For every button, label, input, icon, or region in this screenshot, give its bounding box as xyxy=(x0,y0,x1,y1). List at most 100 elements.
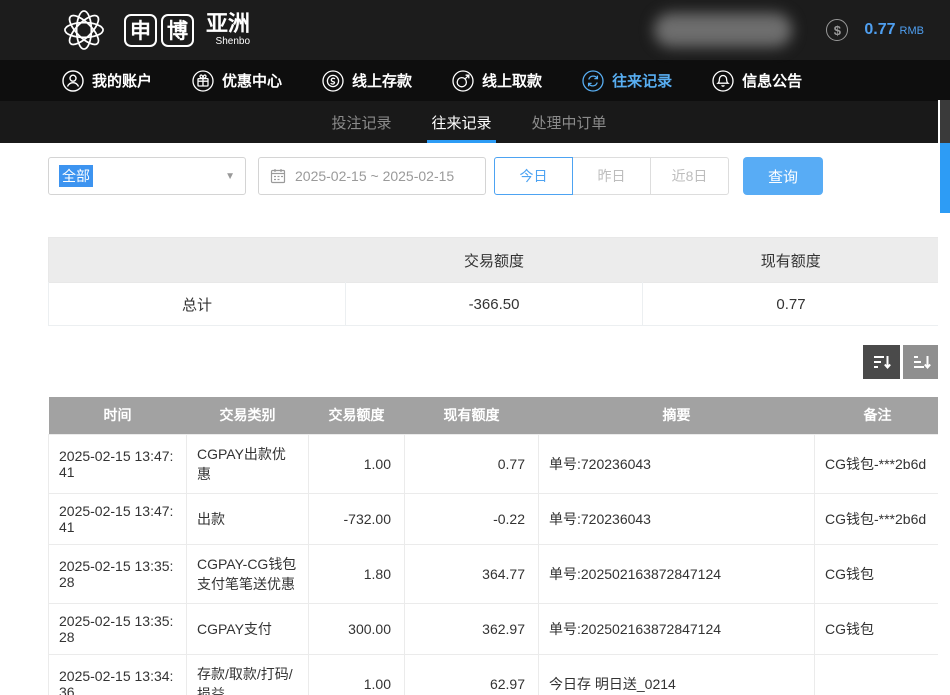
cell-remark: CG钱包-***2b6d xyxy=(815,434,941,493)
header-amount: 交易额度 xyxy=(309,397,405,434)
yesterday-button[interactable]: 昨日 xyxy=(572,157,651,195)
nav-item-deposit[interactable]: 线上存款 xyxy=(322,70,412,92)
sort-toolbar xyxy=(48,345,940,379)
scrollbar-thumb-dark[interactable] xyxy=(940,100,950,143)
cell-time: 2025-02-15 13:47:41 xyxy=(49,493,187,544)
tab-transaction-records[interactable]: 往来记录 xyxy=(427,101,495,143)
cell-balance: 364.77 xyxy=(405,544,539,603)
nav-item-label: 线上存款 xyxy=(352,70,412,91)
balance-currency: RMB xyxy=(900,25,924,37)
brand-suffix-text: 亚洲 xyxy=(206,13,250,35)
nav-item-transaction-records[interactable]: 往来记录 xyxy=(582,70,672,92)
brand-box-shen: 申 xyxy=(124,14,157,47)
nav-item-label: 优惠中心 xyxy=(222,70,282,91)
nav-item-announcements[interactable]: 信息公告 xyxy=(712,70,802,92)
tab-betting-records[interactable]: 投注记录 xyxy=(327,101,395,143)
records-body: 2025-02-15 13:47:41CGPAY出款优惠1.000.77单号:7… xyxy=(49,434,941,695)
cell-amount: -732.00 xyxy=(309,493,405,544)
nav-item-my-account[interactable]: 我的账户 xyxy=(62,70,152,92)
nav-item-label: 信息公告 xyxy=(742,70,802,91)
cell-summary: 单号:202502163872847124 xyxy=(539,544,815,603)
page-scrollbar xyxy=(940,0,950,695)
cell-summary: 今日存 明日送_0214 xyxy=(539,654,815,695)
cell-type: CGPAY支付 xyxy=(187,603,309,654)
summary-header-row: 交易额度 现有额度 xyxy=(49,238,940,283)
account-privacy-blur xyxy=(654,13,792,47)
last-8-days-button[interactable]: 近8日 xyxy=(650,157,729,195)
cell-time: 2025-02-15 13:35:28 xyxy=(49,544,187,603)
brand-box-bo: 博 xyxy=(161,14,194,47)
cell-remark: CG钱包-***2b6d xyxy=(815,493,941,544)
table-row: 2025-02-15 13:35:28CGPAY-CG钱包支付笔笔送优惠1.80… xyxy=(49,544,941,603)
sort-amount-asc-icon xyxy=(912,353,932,371)
balance-amount: 0.77 xyxy=(864,21,895,39)
records-header-row: 时间 交易类别 交易额度 现有额度 摘要 备注 xyxy=(49,397,941,434)
header-type: 交易类别 xyxy=(187,397,309,434)
sort-descending-button[interactable] xyxy=(863,345,900,379)
cell-type: CGPAY-CG钱包支付笔笔送优惠 xyxy=(187,544,309,603)
main-nav: 我的账户 优惠中心 线上存款 线上取款 往来记录 xyxy=(0,60,950,101)
table-row: 2025-02-15 13:47:41CGPAY出款优惠1.000.77单号:7… xyxy=(49,434,941,493)
category-select[interactable]: 全部 ▼ xyxy=(48,157,246,195)
lotus-knot-logo-icon xyxy=(58,4,110,56)
gift-icon xyxy=(192,70,214,92)
brand-subtitle: Shenbo xyxy=(206,37,250,47)
cell-type: 存款/取款/打码/损益 xyxy=(187,654,309,695)
top-header: 申 博 亚洲 Shenbo $ 0.77 RMB xyxy=(0,0,950,60)
cell-remark: CG钱包 xyxy=(815,544,941,603)
summary-header-empty xyxy=(49,238,346,283)
cell-amount: 1.00 xyxy=(309,654,405,695)
cell-balance: 362.97 xyxy=(405,603,539,654)
nav-item-promotions[interactable]: 优惠中心 xyxy=(192,70,282,92)
summary-total-row: 总计 -366.50 0.77 xyxy=(49,283,940,326)
cell-remark: CG钱包 xyxy=(815,603,941,654)
table-row: 2025-02-15 13:47:41出款-732.00-0.22单号:7202… xyxy=(49,493,941,544)
cell-balance: -0.22 xyxy=(405,493,539,544)
header-time: 时间 xyxy=(49,397,187,434)
chevron-down-icon: ▼ xyxy=(225,171,235,182)
cell-time: 2025-02-15 13:35:28 xyxy=(49,603,187,654)
user-icon xyxy=(62,70,84,92)
nav-item-label: 线上取款 xyxy=(482,70,542,91)
dollar-icon: $ xyxy=(826,19,848,41)
cell-balance: 62.97 xyxy=(405,654,539,695)
balance-display[interactable]: 0.77 RMB xyxy=(864,21,924,39)
nav-item-label: 我的账户 xyxy=(92,70,152,91)
quick-range-group: 今日 昨日 近8日 xyxy=(494,157,729,195)
sort-amount-desc-icon xyxy=(872,353,892,371)
filter-bar: 全部 ▼ 2025-02-15 ~ 2025-02-15 今日 昨日 近8日 查… xyxy=(48,157,940,195)
header-balance: 现有额度 xyxy=(405,397,539,434)
cell-type: CGPAY出款优惠 xyxy=(187,434,309,493)
withdraw-coin-icon xyxy=(452,70,474,92)
cell-time: 2025-02-15 13:47:41 xyxy=(49,434,187,493)
scrollbar-thumb-blue[interactable] xyxy=(940,143,950,213)
deposit-coin-icon xyxy=(322,70,344,92)
cell-summary: 单号:720236043 xyxy=(539,434,815,493)
summary-balance: 0.77 xyxy=(643,283,940,326)
cell-balance: 0.77 xyxy=(405,434,539,493)
cell-amount: 1.00 xyxy=(309,434,405,493)
nav-item-withdraw[interactable]: 线上取款 xyxy=(452,70,542,92)
category-select-value: 全部 xyxy=(59,165,93,187)
cell-remark xyxy=(815,654,941,695)
brand-characters: 申 博 xyxy=(124,14,194,47)
query-button[interactable]: 查询 xyxy=(743,157,823,195)
date-range-input[interactable]: 2025-02-15 ~ 2025-02-15 xyxy=(258,157,486,195)
summary-table: 交易额度 现有额度 总计 -366.50 0.77 xyxy=(48,237,940,326)
today-button[interactable]: 今日 xyxy=(494,157,573,195)
header-summary: 摘要 xyxy=(539,397,815,434)
summary-transaction-amount: -366.50 xyxy=(346,283,643,326)
header-remark: 备注 xyxy=(815,397,941,434)
records-table: 时间 交易类别 交易额度 现有额度 摘要 备注 2025-02-15 13:47… xyxy=(48,397,941,695)
tab-processing-orders[interactable]: 处理中订单 xyxy=(528,101,611,143)
cell-amount: 1.80 xyxy=(309,544,405,603)
brand-suffix: 亚洲 Shenbo xyxy=(206,13,250,47)
sort-ascending-button[interactable] xyxy=(903,345,940,379)
date-range-text: 2025-02-15 ~ 2025-02-15 xyxy=(295,168,454,184)
nav-item-label: 往来记录 xyxy=(612,70,672,91)
sub-nav: 投注记录 往来记录 处理中订单 xyxy=(0,101,938,143)
brand-logo[interactable]: 申 博 亚洲 Shenbo xyxy=(58,4,250,56)
summary-header-balance: 现有额度 xyxy=(643,238,940,283)
table-row: 2025-02-15 13:35:28CGPAY支付300.00362.97单号… xyxy=(49,603,941,654)
cell-type: 出款 xyxy=(187,493,309,544)
